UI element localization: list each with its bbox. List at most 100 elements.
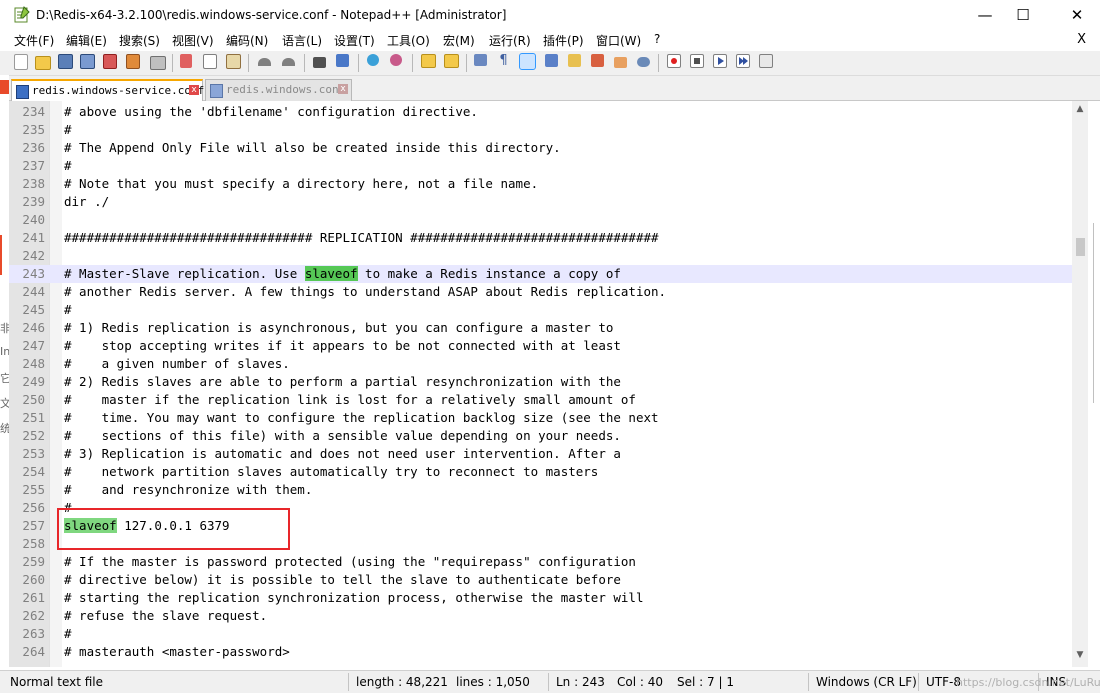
run-macro-multiple-icon[interactable] [736,54,750,68]
code-line[interactable]: 241 ################################# REP… [9,229,1072,247]
code-text[interactable]: dir ./ [64,193,109,211]
code-line[interactable]: 263 # [9,625,1072,643]
editor-area[interactable]: 234 # above using the 'dbfilename' config… [9,101,1072,667]
code-text[interactable]: # directive below) it is possible to tel… [64,571,621,589]
redo-icon[interactable] [282,58,295,66]
code-text[interactable]: # Note that you must specify a directory… [64,175,538,193]
sync-vertical-icon[interactable] [421,54,436,68]
close-file-icon[interactable] [103,54,117,69]
maximize-button[interactable]: ☐ [1000,0,1046,30]
code-text[interactable]: # network partition slaves automatically… [64,463,598,481]
code-line[interactable]: 252 # sections of this file) with a sensi… [9,427,1072,445]
find-icon[interactable] [313,57,326,68]
code-line[interactable]: 235 # [9,121,1072,139]
code-text[interactable]: # Master-Slave replication. Use slaveof … [64,265,621,283]
sync-horizontal-icon[interactable] [444,54,459,68]
code-text[interactable]: # 3) Replication is automatic and does n… [64,445,621,463]
code-text[interactable]: # [64,121,72,139]
code-line[interactable]: 260 # directive below) it is possible to … [9,571,1072,589]
zoom-out-icon[interactable] [390,54,402,66]
paste-icon[interactable] [226,54,241,69]
code-line[interactable]: 243 # Master-Slave replication. Use slave… [9,265,1072,283]
save-all-icon[interactable] [80,54,95,69]
scrollbar-thumb[interactable] [1076,238,1085,256]
menu-run[interactable]: 运行(R) [489,32,531,49]
code-line[interactable]: 254 # network partition slaves automatica… [9,463,1072,481]
function-list-icon[interactable] [591,54,604,67]
copy-icon[interactable] [203,54,217,69]
code-line[interactable]: 253 # 3) Replication is automatic and doe… [9,445,1072,463]
code-text[interactable]: # [64,301,72,319]
stop-macro-icon[interactable] [690,54,704,68]
close-document-button[interactable]: X [1077,32,1086,47]
code-line[interactable]: 251 # time. You may want to configure the… [9,409,1072,427]
code-line[interactable]: 238 # Note that you must specify a direct… [9,175,1072,193]
code-line[interactable]: 240 [9,211,1072,229]
code-text[interactable]: # [64,157,72,175]
word-wrap-icon[interactable] [474,54,487,66]
indent-guide-icon[interactable] [519,53,536,70]
zoom-in-icon[interactable] [367,54,379,66]
code-text[interactable]: # another Redis server. A few things to … [64,283,666,301]
code-line[interactable]: 246 # 1) Redis replication is asynchronou… [9,319,1072,337]
new-file-icon[interactable] [14,54,28,70]
code-line[interactable]: 247 # stop accepting writes if it appears… [9,337,1072,355]
menu-window[interactable]: 窗口(W) [596,32,641,49]
close-all-icon[interactable] [126,54,140,69]
code-text[interactable]: # 2) Redis slaves are able to perform a … [64,373,621,391]
code-line[interactable]: 259 # If the master is password protected… [9,553,1072,571]
code-line[interactable]: 245 # [9,301,1072,319]
record-macro-icon[interactable] [667,54,681,68]
user-language-icon[interactable] [545,54,558,67]
status-eol-format[interactable]: Windows (CR LF) [816,675,917,689]
tab-close-icon[interactable]: x [338,84,348,94]
code-line[interactable]: 239 dir ./ [9,193,1072,211]
code-text[interactable]: # The Append Only File will also be crea… [64,139,561,157]
vertical-scrollbar[interactable]: ▲ ▼ [1072,101,1088,667]
monitoring-icon[interactable] [637,57,650,67]
menu-file[interactable]: 文件(F) [14,32,54,49]
document-map-icon[interactable] [568,54,581,67]
menu-macro[interactable]: 宏(M) [443,32,475,49]
undo-icon[interactable] [258,58,271,66]
menu-tools[interactable]: 工具(O) [387,32,430,49]
code-text[interactable]: # If the master is password protected (u… [64,553,636,571]
code-line[interactable]: 244 # another Redis server. A few things … [9,283,1072,301]
folder-workspace-icon[interactable] [614,57,627,68]
code-text[interactable]: # a given number of slaves. [64,355,290,373]
code-text[interactable]: # stop accepting writes if it appears to… [64,337,621,355]
code-text[interactable]: # and resynchronize with them. [64,481,312,499]
code-line[interactable]: 237 # [9,157,1072,175]
menu-view[interactable]: 视图(V) [172,32,214,49]
code-text[interactable]: # above using the 'dbfilename' configura… [64,103,478,121]
tab-redis-windows-conf[interactable]: redis.windows.conf x [205,79,352,101]
menu-plugins[interactable]: 插件(P) [543,32,584,49]
print-icon[interactable] [150,56,166,70]
code-line[interactable]: 264 # masterauth <master-password> [9,643,1072,661]
open-file-icon[interactable] [35,56,51,70]
menu-edit[interactable]: 编辑(E) [66,32,107,49]
code-line[interactable]: 236 # The Append Only File will also be c… [9,139,1072,157]
scroll-up-arrow-icon[interactable]: ▲ [1072,104,1088,118]
close-button[interactable]: ✕ [1054,0,1100,30]
replace-icon[interactable] [336,54,349,67]
code-line[interactable]: 261 # starting the replication synchroniz… [9,589,1072,607]
code-text[interactable]: # 1) Redis replication is asynchronous, … [64,319,613,337]
save-icon[interactable] [58,54,73,69]
menu-help[interactable]: ? [654,32,660,46]
save-macro-icon[interactable] [759,54,773,68]
code-line[interactable]: 249 # 2) Redis slaves are able to perform… [9,373,1072,391]
code-line[interactable]: 248 # a given number of slaves. [9,355,1072,373]
menu-encoding[interactable]: 编码(N) [226,32,268,49]
menu-settings[interactable]: 设置(T) [334,32,375,49]
play-macro-icon[interactable] [713,54,727,68]
code-text[interactable]: # master if the replication link is lost… [64,391,636,409]
show-all-characters-icon[interactable]: ¶ [497,54,510,68]
code-text[interactable]: # [64,625,72,643]
menu-language[interactable]: 语言(L) [282,32,322,49]
tab-redis-windows-service-conf[interactable]: redis.windows-service.conf x [11,79,204,102]
code-text[interactable]: # time. You may want to configure the re… [64,409,659,427]
code-line[interactable]: 255 # and resynchronize with them. [9,481,1072,499]
tab-close-icon[interactable]: x [189,85,199,95]
code-text[interactable]: # masterauth <master-password> [64,643,290,661]
